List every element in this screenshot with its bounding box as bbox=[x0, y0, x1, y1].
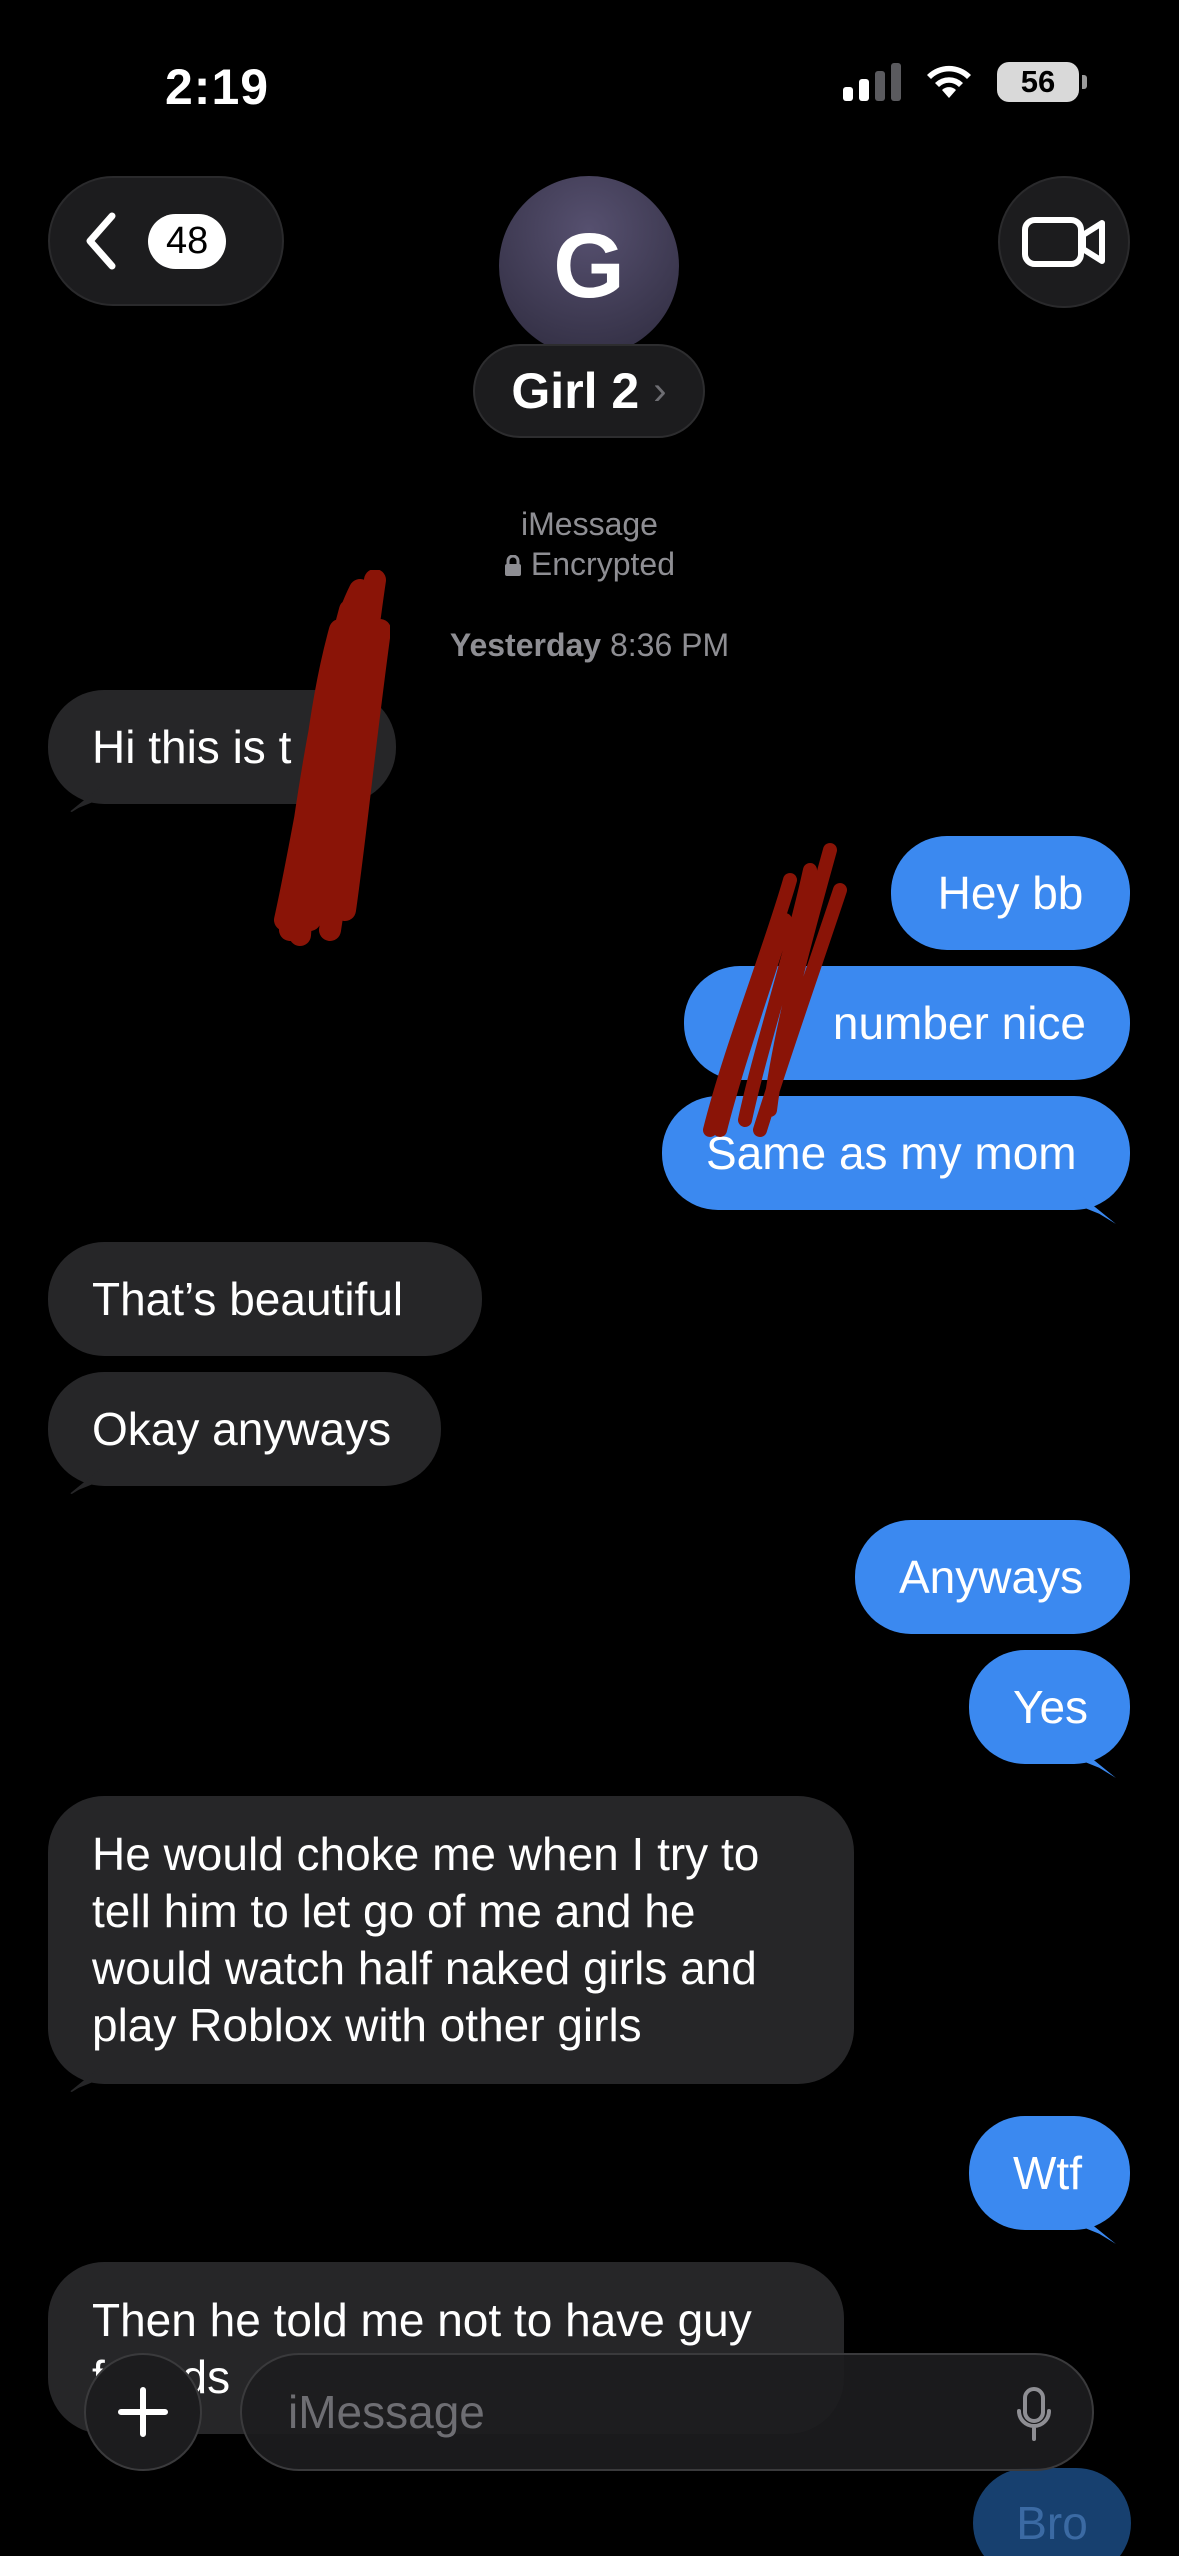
message-bubble-outgoing[interactable]: number nice bbox=[684, 966, 1130, 1080]
message-bubble-outgoing[interactable]: Same as my mom bbox=[662, 1096, 1130, 1210]
message-text: Wtf bbox=[1013, 2146, 1082, 2199]
message-text: He would choke me when I try to tell him… bbox=[92, 1828, 760, 2051]
timestamp-day: Yesterday bbox=[449, 627, 602, 663]
chevron-left-icon bbox=[86, 212, 116, 270]
message-text: Same as my mom bbox=[706, 1126, 1077, 1179]
message-text: number nice bbox=[832, 996, 1086, 1049]
message-bubble-outgoing[interactable]: Bro bbox=[973, 2468, 1131, 2556]
back-button[interactable]: 48 bbox=[48, 176, 284, 306]
message-bubble-incoming[interactable]: He would choke me when I try to tell him… bbox=[48, 1796, 854, 2084]
plus-icon bbox=[118, 2387, 168, 2437]
message-text: That’s beautiful bbox=[92, 1272, 404, 1325]
message-bubble-outgoing[interactable]: Yes bbox=[969, 1650, 1130, 1764]
add-attachment-button[interactable] bbox=[84, 2353, 202, 2471]
message-input-placeholder: iMessage bbox=[288, 2386, 485, 2438]
encryption-label: Encrypted bbox=[530, 546, 675, 582]
facetime-video-button[interactable] bbox=[998, 176, 1130, 308]
battery-level: 56 bbox=[1020, 64, 1056, 99]
cellular-signal-icon bbox=[843, 63, 901, 101]
service-label: iMessage Encrypted bbox=[0, 504, 1179, 584]
message-text: Anyways bbox=[899, 1550, 1084, 1603]
message-timestamp: Yesterday 8:36 PM bbox=[0, 627, 1179, 664]
status-time: 2:19 bbox=[165, 59, 270, 115]
message-bubble-incoming[interactable]: Hi this is t bbox=[48, 690, 396, 804]
message-text: Yes bbox=[1013, 1680, 1089, 1733]
timestamp-time: 8:36 PM bbox=[609, 627, 730, 663]
message-text: Bro bbox=[1016, 2497, 1088, 2549]
wifi-icon bbox=[927, 65, 971, 98]
message-text: Hey bb bbox=[937, 866, 1084, 919]
chevron-right-icon: › bbox=[653, 368, 667, 413]
unread-count-badge: 48 bbox=[148, 213, 227, 269]
message-bubble-outgoing[interactable]: Anyways bbox=[855, 1520, 1130, 1634]
status-icons: 56 bbox=[843, 62, 1087, 102]
video-camera-icon bbox=[1022, 217, 1105, 267]
contact-avatar[interactable]: G bbox=[499, 176, 679, 356]
service-name: iMessage bbox=[521, 506, 658, 542]
message-text: Hi this is t bbox=[92, 720, 292, 773]
battery-icon: 56 bbox=[997, 62, 1087, 102]
message-input[interactable]: iMessage bbox=[240, 2353, 1094, 2471]
message-bubble-outgoing[interactable]: Hey bb bbox=[891, 836, 1130, 950]
encryption-status: Encrypted bbox=[0, 544, 1179, 584]
message-text: Okay anyways bbox=[92, 1402, 392, 1455]
contact-name-button[interactable]: Girl 2 › bbox=[473, 344, 705, 438]
microphone-icon[interactable] bbox=[1016, 2387, 1052, 2441]
message-bubble-outgoing[interactable]: Wtf bbox=[969, 2116, 1130, 2230]
contact-name: Girl 2 bbox=[511, 363, 640, 419]
lock-icon bbox=[505, 554, 522, 576]
message-bubble-incoming[interactable]: That’s beautiful bbox=[48, 1242, 482, 1356]
message-bubble-incoming[interactable]: Okay anyways bbox=[48, 1372, 441, 1486]
